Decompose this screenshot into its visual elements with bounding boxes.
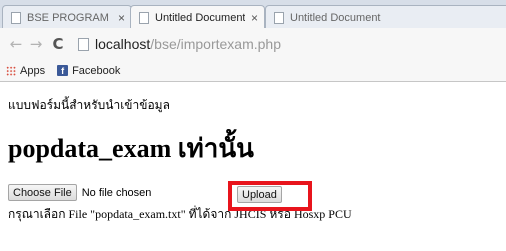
reload-icon[interactable]: C — [48, 35, 68, 53]
close-icon[interactable]: × — [251, 11, 258, 25]
back-arrow-icon[interactable]: ← — [6, 35, 26, 53]
page-icon — [139, 11, 149, 24]
bookmark-apps[interactable]: Apps — [6, 65, 45, 77]
file-upload-row: Choose File No file chosen — [8, 184, 151, 201]
bookmarks-bar: Apps f Facebook — [0, 60, 506, 82]
file-status-text: No file chosen — [81, 186, 152, 199]
facebook-icon: f — [57, 65, 69, 76]
highlight-annotation — [228, 181, 312, 211]
tab-title: Untitled Document — [290, 11, 381, 24]
intro-text: แบบฟอร์มนี้สำหรับนำเข้าข้อมูล — [8, 98, 170, 112]
page-icon — [274, 11, 284, 24]
tab-title: BSE PROGRAM — [27, 11, 109, 24]
bookmark-label: Apps — [20, 64, 46, 77]
tab-title: Untitled Document — [155, 11, 245, 24]
page-icon — [11, 11, 21, 24]
choose-file-button[interactable]: Choose File — [8, 184, 77, 201]
bookmark-label: Facebook — [72, 64, 121, 77]
url-host: localhost — [95, 36, 151, 52]
page-icon — [78, 37, 89, 51]
close-icon[interactable]: × — [118, 11, 125, 25]
tab-bse-program[interactable]: BSE PROGRAM × — [2, 5, 132, 28]
address-bar[interactable]: localhost/bse/importexam.php — [78, 33, 281, 55]
browser-toolbar: ← → C localhost/bse/importexam.php — [0, 28, 506, 60]
tab-untitled-document-active[interactable]: Untitled Document × — [130, 5, 265, 28]
url-path: /bse/importexam.php — [150, 36, 281, 52]
page-title: popdata_exam เท่านั้น — [8, 134, 254, 163]
forward-arrow-icon[interactable]: → — [26, 35, 46, 53]
page-content: แบบฟอร์มนี้สำหรับนำเข้าข้อมูล popdata_ex… — [0, 82, 506, 251]
apps-grid-icon — [6, 65, 16, 76]
tab-strip: BSE PROGRAM × Untitled Document × Untitl… — [0, 0, 506, 28]
bookmark-facebook[interactable]: f Facebook — [51, 65, 120, 77]
tab-untitled-document[interactable]: Untitled Document — [265, 5, 506, 28]
